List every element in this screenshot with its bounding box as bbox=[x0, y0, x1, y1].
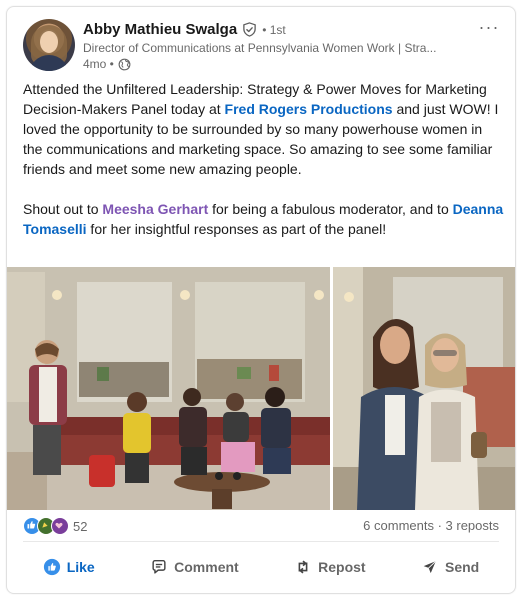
post-paragraph-2: Shout out to Meesha Gerhart for being a … bbox=[23, 199, 505, 239]
connection-degree: • 1st bbox=[262, 22, 286, 37]
author-name-row: Abby Mathieu Swalga • 1st bbox=[83, 21, 286, 38]
send-label: Send bbox=[445, 559, 480, 575]
comment-button[interactable]: Comment bbox=[140, 550, 249, 584]
post-actions-bar: Like Comment Repost Send bbox=[15, 547, 507, 587]
send-icon bbox=[423, 560, 437, 574]
repost-label: Repost bbox=[318, 559, 366, 575]
post-text: Attended the Unfiltered Leadership: Stra… bbox=[23, 79, 505, 239]
support-reaction-icon bbox=[51, 517, 69, 535]
like-icon bbox=[43, 558, 60, 576]
reactions-summary[interactable]: 52 bbox=[23, 517, 87, 535]
mention-fred-rogers-productions[interactable]: Fred Rogers Productions bbox=[225, 101, 393, 117]
author-headline: Director of Communications at Pennsylvan… bbox=[83, 41, 437, 55]
paragraph-2-text-middle: for being a fabulous moderator, and to bbox=[208, 201, 453, 217]
like-button[interactable]: Like bbox=[33, 550, 105, 584]
reaction-count[interactable]: 52 bbox=[73, 519, 87, 534]
author-avatar[interactable] bbox=[23, 19, 75, 71]
post-time: 4mo • bbox=[83, 57, 114, 71]
comments-reposts-count[interactable]: 6 comments · 3 reposts bbox=[363, 518, 499, 533]
avatar-face bbox=[40, 31, 58, 53]
friends-photo[interactable] bbox=[333, 267, 515, 510]
repost-button[interactable]: Repost bbox=[284, 550, 375, 584]
social-counts: 52 6 comments · 3 reposts bbox=[23, 515, 499, 537]
verified-shield-icon bbox=[242, 22, 257, 37]
feed-post-card: Abby Mathieu Swalga • 1st Director of Co… bbox=[6, 6, 516, 594]
paragraph-2-text-start: Shout out to bbox=[23, 201, 103, 217]
globe-icon bbox=[118, 58, 131, 71]
comment-label: Comment bbox=[174, 559, 239, 575]
paragraph-2-text-end: for her insightful responses as part of … bbox=[86, 221, 387, 237]
panel-photo[interactable] bbox=[7, 267, 330, 510]
post-paragraph-1: Attended the Unfiltered Leadership: Stra… bbox=[23, 79, 505, 179]
more-options-button[interactable]: ··· bbox=[477, 15, 501, 39]
like-label: Like bbox=[66, 559, 95, 575]
mention-meesha-gerhart[interactable]: Meesha Gerhart bbox=[102, 201, 208, 217]
post-time-row: 4mo • bbox=[83, 57, 131, 71]
actions-divider bbox=[23, 541, 499, 542]
comment-icon bbox=[152, 559, 166, 574]
repost-icon bbox=[298, 560, 308, 574]
author-name[interactable]: Abby Mathieu Swalga bbox=[83, 21, 237, 38]
send-button[interactable]: Send bbox=[411, 550, 489, 584]
